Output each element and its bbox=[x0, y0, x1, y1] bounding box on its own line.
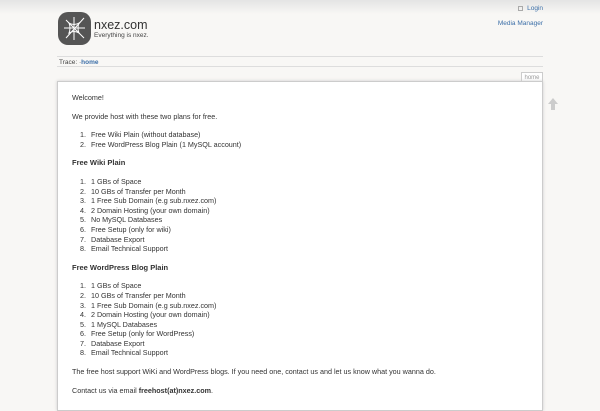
site-tagline: Everything is nxez. bbox=[94, 32, 149, 39]
list-item: Database Export bbox=[88, 235, 528, 245]
list-item: 1 GBs of Space bbox=[88, 281, 528, 291]
contact-text: Contact us via email freehost(at)nxez.co… bbox=[72, 386, 528, 396]
list-item: Free Setup (only for wiki) bbox=[88, 225, 528, 235]
breadcrumb-home[interactable]: home bbox=[81, 59, 98, 66]
plans-list: Free Wiki Plain (without database) Free … bbox=[88, 130, 528, 149]
list-item: 2 Domain Hosting (your own domain) bbox=[88, 206, 528, 216]
list-item: Free Wiki Plain (without database) bbox=[88, 130, 528, 140]
page-content: Welcome! We provide host with these two … bbox=[57, 81, 543, 411]
list-item: Free Setup (only for WordPress) bbox=[88, 329, 528, 339]
wiki-plan-list: 1 GBs of Space 10 GBs of Transfer per Mo… bbox=[88, 177, 528, 254]
list-item: 10 GBs of Transfer per Month bbox=[88, 187, 528, 197]
media-manager-link[interactable]: Media Manager bbox=[498, 20, 543, 27]
list-item: 1 GBs of Space bbox=[88, 177, 528, 187]
list-item: No MySQL Databases bbox=[88, 215, 528, 225]
list-item: 2 Domain Hosting (your own domain) bbox=[88, 310, 528, 320]
wiki-plan-heading: Free Wiki Plain bbox=[72, 158, 126, 168]
lock-icon bbox=[518, 5, 524, 11]
login-label: Login bbox=[527, 5, 543, 12]
site-title[interactable]: nxez.com bbox=[94, 18, 148, 32]
trace-label: Trace: bbox=[59, 59, 78, 66]
divider bbox=[57, 66, 543, 67]
breadcrumb: Trace: ·home bbox=[59, 59, 99, 66]
wp-plan-list: 1 GBs of Space 10 GBs of Transfer per Mo… bbox=[88, 281, 528, 358]
wp-plan-heading: Free WordPress Blog Plain bbox=[72, 262, 169, 272]
list-item: 1 MySQL Databases bbox=[88, 320, 528, 330]
login-link[interactable]: Login bbox=[518, 5, 543, 12]
list-item: 1 Free Sub Domain (e.g sub.nxez.com) bbox=[88, 196, 528, 206]
back-to-top-icon[interactable] bbox=[548, 98, 558, 110]
list-item: 1 Free Sub Domain (e.g sub.nxez.com) bbox=[88, 301, 528, 311]
contact-email: freehost(at)nxez.com bbox=[138, 385, 212, 395]
contact-prefix: Contact us via email bbox=[72, 385, 139, 395]
divider bbox=[57, 56, 543, 57]
list-item: Email Technical Support bbox=[88, 244, 528, 254]
contact-suffix: . bbox=[211, 385, 214, 395]
list-item: 10 GBs of Transfer per Month bbox=[88, 291, 528, 301]
list-item: Database Export bbox=[88, 339, 528, 349]
site-logo[interactable] bbox=[58, 12, 91, 45]
list-item: Free WordPress Blog Plain (1 MySQL accou… bbox=[88, 140, 528, 150]
welcome-text: Welcome! bbox=[72, 93, 104, 102]
spiderweb-icon bbox=[64, 17, 85, 40]
intro-text: We provide host with these two plans for… bbox=[72, 111, 218, 121]
support-text: The free host support WiKi and WordPress… bbox=[72, 367, 436, 377]
list-item: Email Technical Support bbox=[88, 348, 528, 358]
